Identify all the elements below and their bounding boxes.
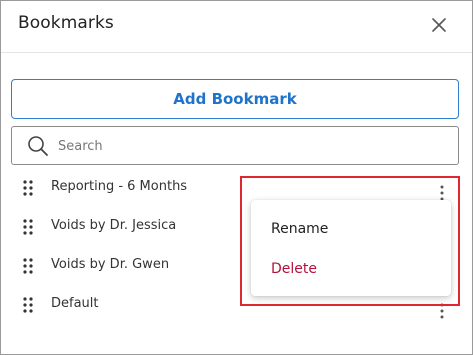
drag-handle-icon[interactable] <box>23 297 33 313</box>
bookmark-label: Default <box>51 296 99 311</box>
search-box <box>11 126 459 165</box>
bookmark-label: Voids by Dr. Gwen <box>51 257 170 272</box>
bookmark-label: Reporting - 6 Months <box>51 179 188 194</box>
add-bookmark-button[interactable]: Add Bookmark <box>11 79 459 119</box>
context-menu: Rename Delete <box>251 200 451 296</box>
close-icon[interactable] <box>428 14 450 36</box>
bookmarks-panel: Bookmarks Add Bookmark Reporting - 6 <box>0 0 473 355</box>
drag-handle-icon[interactable] <box>23 180 33 196</box>
panel-header: Bookmarks <box>1 1 472 53</box>
delete-menu-item[interactable]: Delete <box>251 250 451 288</box>
search-icon <box>27 135 49 157</box>
drag-handle-icon[interactable] <box>23 258 33 274</box>
rename-menu-item[interactable]: Rename <box>251 210 451 248</box>
search-input[interactable] <box>58 133 448 159</box>
drag-handle-icon[interactable] <box>23 219 33 235</box>
panel-title: Bookmarks <box>18 13 114 33</box>
bookmark-label: Voids by Dr. Jessica <box>51 218 177 233</box>
